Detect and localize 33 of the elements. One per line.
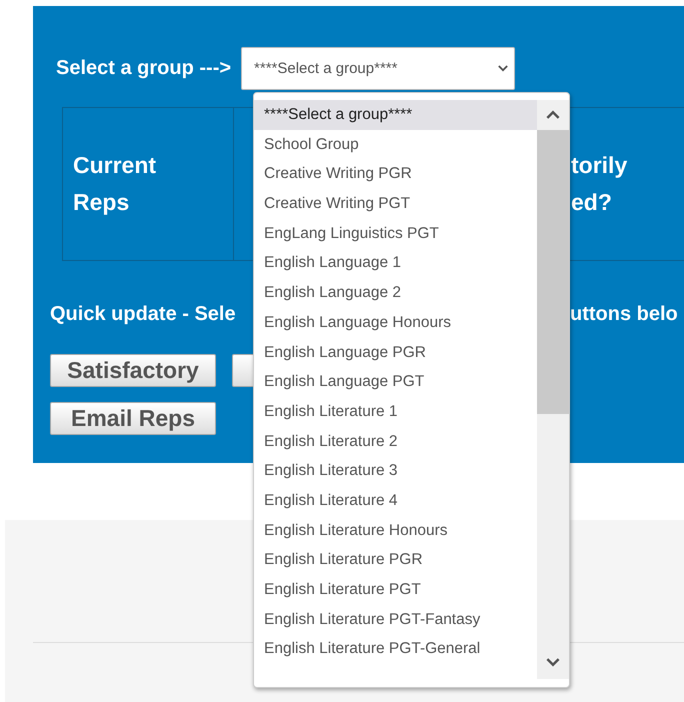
dropdown-option[interactable]: English Literature 3 <box>254 456 537 486</box>
select-group-label: Select a group ---> <box>56 57 232 80</box>
dropdown-option[interactable]: English Language PGR <box>254 338 537 368</box>
quick-update-text: Quick update - Sele <box>50 302 236 326</box>
dropdown-option[interactable]: English Literature 1 <box>254 396 537 427</box>
scrollbar[interactable] <box>537 100 569 679</box>
dropdown-option[interactable]: Creative Writing PGT <box>254 189 537 219</box>
dropdown-list[interactable] <box>253 92 570 688</box>
dropdown-option[interactable]: School Group <box>254 130 537 160</box>
dropdown-option[interactable]: English Language 2 <box>254 278 537 308</box>
action-button[interactable]: Email Reps <box>50 402 216 435</box>
dropdown-option[interactable]: Creative Writing PGR <box>254 159 537 190</box>
dropdown-option[interactable]: English Literature PGT <box>254 575 537 605</box>
dropdown-option[interactable]: ****Select a group**** <box>254 100 537 130</box>
chevron-down-icon <box>546 658 560 667</box>
dropdown-option[interactable]: English Literature 2 <box>254 426 537 456</box>
table-header-cell: Current Reps <box>63 108 234 260</box>
dropdown-option[interactable]: English Literature 4 <box>254 486 537 516</box>
group-select[interactable]: ****Select a group**** <box>241 47 516 90</box>
dropdown-option[interactable]: English Literature PGT-Fantasy <box>254 604 537 634</box>
chevron-up-icon <box>546 110 560 119</box>
action-button[interactable]: Satisfactory <box>50 354 216 387</box>
quick-update-text: uttons belo <box>570 302 678 326</box>
chevron-down-icon <box>498 65 508 72</box>
scrollbar-thumb[interactable] <box>537 130 569 414</box>
dropdown-option[interactable]: English Literature PGT-General <box>254 634 537 664</box>
dropdown-option[interactable]: English Literature Honours <box>254 516 537 546</box>
dropdown-option[interactable]: English Language 1 <box>254 248 537 278</box>
dropdown-option[interactable]: English Language Honours <box>254 308 537 338</box>
dropdown-option[interactable]: EngLang Linguistics PGT <box>254 218 537 248</box>
dropdown-option[interactable]: English Language PGT <box>254 367 537 397</box>
table-header-cell-text: torily ed? <box>570 151 628 217</box>
dropdown-option[interactable]: English Literature PGR <box>254 545 537 575</box>
